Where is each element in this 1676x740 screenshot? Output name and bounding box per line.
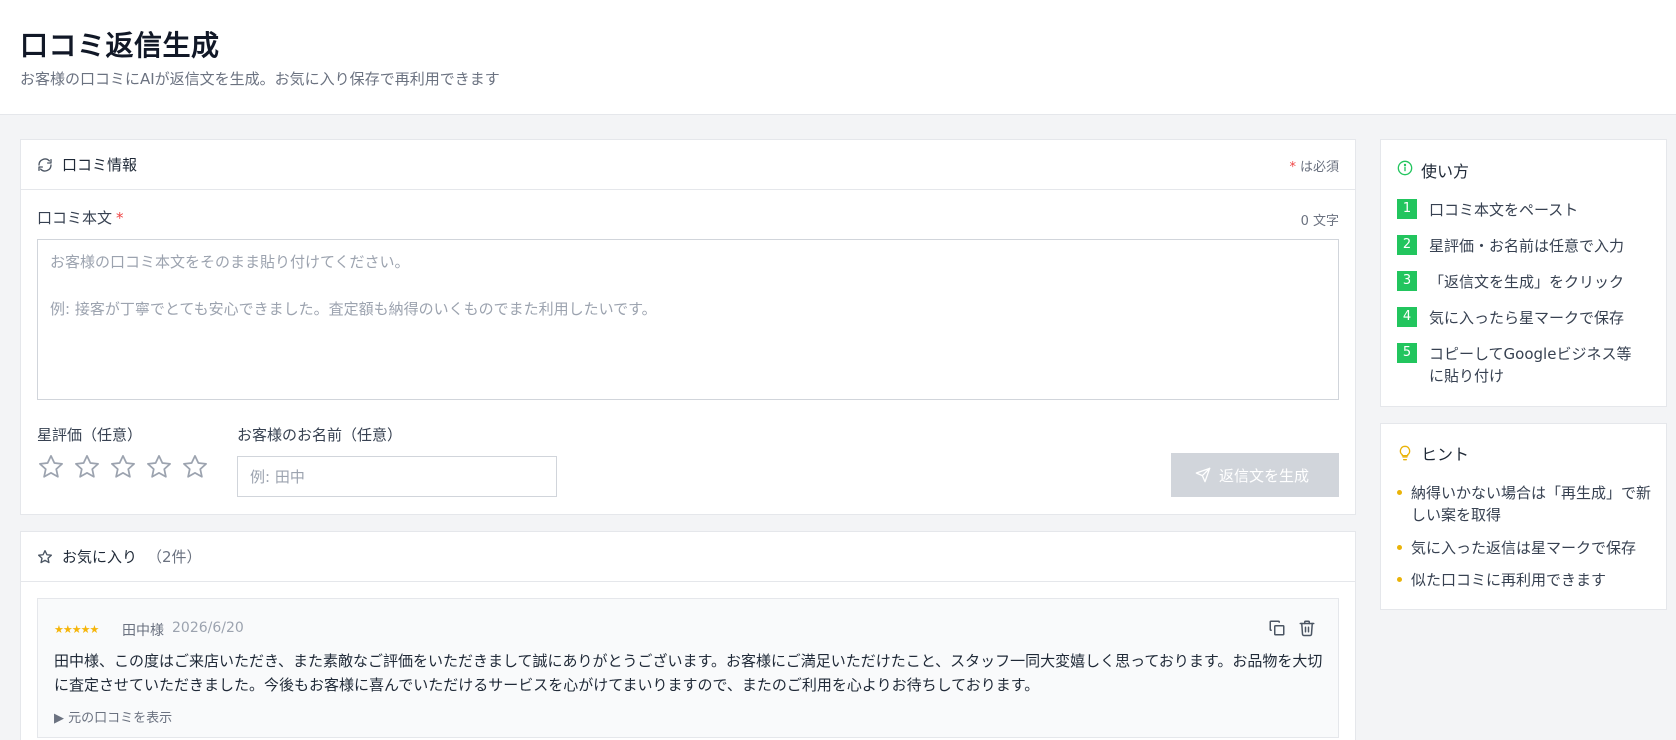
favorite-reply-text: 田中様、この度はご来店いただき、また素敵なご評価をいただきまして誠にありがとうご… (54, 652, 1323, 694)
required-note: * は必須 (1289, 156, 1339, 175)
hint-text: 納得いかない場合は「再生成」で新しい案を取得 (1411, 484, 1652, 524)
hint-text: 気に入った返信は星マークで保存 (1411, 539, 1637, 557)
step-text: 「返信文を生成」をクリック (1429, 273, 1625, 291)
review-body-required-mark: * (116, 209, 124, 227)
required-note-text: は必須 (1299, 160, 1339, 175)
page-subtitle: お客様の口コミにAIが返信文を生成。お気に入り保存で再利用できます (20, 70, 500, 88)
generate-reply-label: 返信文を生成 (1219, 468, 1310, 485)
char-count: 0 文字 (1300, 214, 1339, 229)
info-icon (1397, 160, 1413, 176)
review-body-textarea[interactable]: お客様の口コミ本文をそのまま貼り付けてください。 例: 接客が丁寧でとても安心で… (37, 239, 1339, 400)
rating-star-4[interactable] (145, 453, 173, 481)
favorite-customer-name: 田中様 (122, 623, 164, 639)
refresh-icon (38, 158, 52, 172)
step-number: 1 (1397, 199, 1417, 219)
customer-name-label: お客様のお名前（任意） (237, 426, 403, 444)
howto-card: 使い方 1 口コミ本文をペースト 2 星評価・お名前は任意で入力 3 「返信文を生成」… (1380, 139, 1667, 407)
review-form-card: 口コミ情報 * は必須 口コミ本文 * 0 文字 お客様の口コミ本文をそのまま貼り付… (20, 139, 1356, 515)
review-body-placeholder-line1: お客様の口コミ本文をそのまま貼り付けてください。 (50, 253, 410, 271)
rating-star-1[interactable] (37, 453, 65, 481)
triangle-right-icon: ▶ (54, 711, 69, 726)
star-rating-input (37, 453, 217, 485)
howto-title: 使い方 (1421, 162, 1470, 181)
favorites-header: お気に入り （2件） (21, 532, 1355, 582)
page-header: 口コミ返信生成 お客様の口コミにAIが返信文を生成。お気に入り保存で再利用できま… (0, 0, 1676, 115)
bullet-dot (1397, 545, 1402, 550)
send-icon (1195, 467, 1211, 483)
review-form-title: 口コミ情報 (62, 156, 138, 174)
step-number: 5 (1397, 343, 1417, 363)
favorites-card: お気に入り （2件） ★★★★★ 田中様 2026/6/20 田中様、この度はご来… (20, 531, 1356, 740)
step-text: コピーしてGoogleビジネス等に貼り付け (1429, 345, 1632, 385)
favorites-title-text: お気に入り (62, 548, 138, 566)
hint-text: 似た口コミに再利用できます (1411, 571, 1607, 589)
rating-star-3[interactable] (109, 453, 137, 481)
step-text: 口コミ本文をペースト (1429, 201, 1579, 219)
rating-star-2[interactable] (73, 453, 101, 481)
copy-icon[interactable] (1268, 619, 1286, 637)
show-original-label: 元の口コミを表示 (68, 711, 173, 726)
favorite-date: 2026/6/20 (172, 620, 244, 636)
review-form-header: 口コミ情報 * は必須 (21, 140, 1355, 190)
step-text: 気に入ったら星マークで保存 (1429, 309, 1625, 327)
hints-card: ヒント 納得いかない場合は「再生成」で新しい案を取得 気に入った返信は星マークで… (1380, 423, 1667, 610)
step-number: 2 (1397, 235, 1417, 255)
required-mark: * (1289, 160, 1296, 175)
rating-star-5[interactable] (181, 453, 209, 481)
step-number: 4 (1397, 307, 1417, 327)
favorite-item: ★★★★★ 田中様 2026/6/20 田中様、この度はご来店いただき、また素敵… (37, 598, 1339, 738)
favorite-rating-stars: ★★★★★ (54, 623, 99, 636)
rating-label: 星評価（任意） (37, 426, 143, 444)
customer-name-input[interactable] (237, 456, 557, 497)
show-original-toggle[interactable]: ▶ 元の口コミを表示 (54, 707, 172, 726)
review-body-label-text: 口コミ本文 (37, 209, 113, 227)
star-outline-icon (38, 550, 52, 564)
review-body-label: 口コミ本文 * (37, 207, 124, 228)
favorites-count: （2件） (147, 548, 202, 566)
favorites-title: お気に入り （2件） (62, 546, 202, 567)
page-title: 口コミ返信生成 (20, 29, 220, 62)
review-body-placeholder-line2: 例: 接客が丁寧でとても安心できました。査定額も納得のいくものでまた利用したいで… (50, 300, 657, 318)
bullet-dot (1397, 577, 1402, 582)
hints-title: ヒント (1421, 445, 1470, 464)
lightbulb-icon (1399, 445, 1411, 461)
trash-icon[interactable] (1298, 619, 1316, 637)
generate-reply-button[interactable]: 返信文を生成 (1171, 453, 1339, 497)
step-text: 星評価・お名前は任意で入力 (1429, 237, 1625, 255)
bullet-dot (1397, 490, 1402, 495)
step-number: 3 (1397, 271, 1417, 291)
